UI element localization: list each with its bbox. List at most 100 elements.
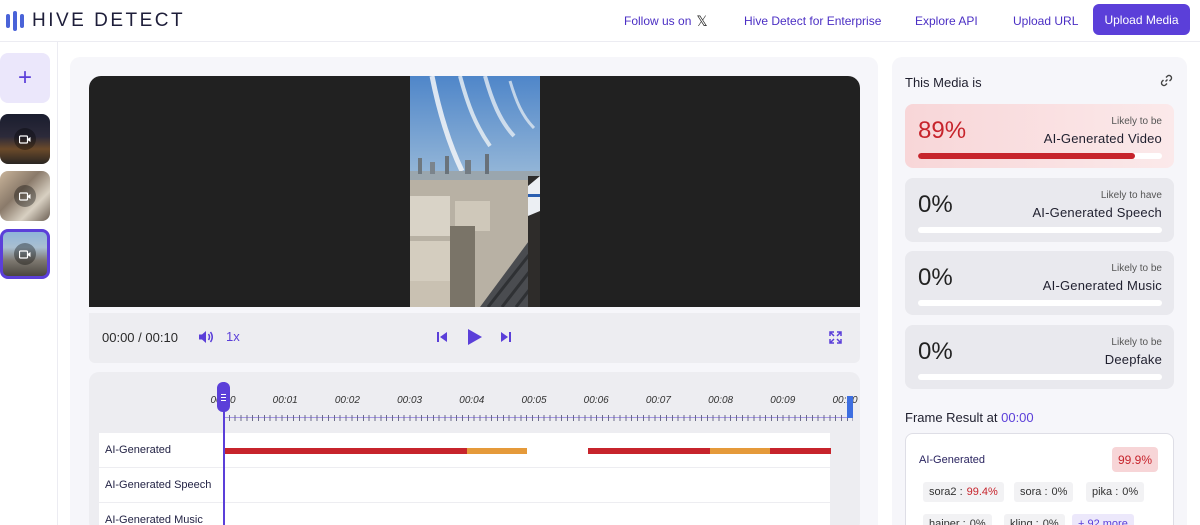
timeline-tick-label: 00:03	[397, 395, 423, 406]
result-progress-bar	[918, 153, 1162, 159]
upload-url-link[interactable]: Upload URL	[1013, 0, 1078, 42]
timeline-segment-high[interactable]	[588, 448, 710, 454]
explore-api-link[interactable]: Explore API	[915, 0, 978, 42]
skip-forward-icon[interactable]	[500, 331, 512, 346]
model-score-chip: kling :0%	[1004, 514, 1065, 525]
frame-class-label: AI-Generated	[919, 454, 986, 466]
video-camera-icon	[14, 243, 36, 265]
player-controls: 00:00 / 00:10 1x	[89, 313, 860, 363]
follow-link[interactable]: Follow us on 𝕏	[624, 0, 708, 42]
result-qualifier: Likely to be	[1111, 116, 1162, 127]
share-link-icon[interactable]	[1160, 74, 1173, 92]
result-card: 0% Likely to be AI-Generated Music	[905, 251, 1174, 315]
video-player[interactable]	[89, 76, 860, 307]
timeline-segment-high[interactable]	[770, 448, 831, 454]
timeline-tick-label: 00:06	[583, 395, 609, 406]
timeline-tick-label: 00:10	[832, 395, 858, 406]
brand-logo[interactable]: HIVE DETECT	[6, 10, 185, 32]
upload-media-label: Upload Media	[1104, 12, 1179, 27]
model-name: sora :	[1020, 486, 1048, 498]
time-readout: 00:00 / 00:10	[102, 330, 178, 345]
video-frame	[410, 76, 540, 307]
timeline-track-label: AI-Generated Speech	[105, 479, 212, 491]
results-panel: This Media is 89% Likely to be AI-Generate…	[892, 57, 1187, 525]
media-thumbnail-1[interactable]	[0, 114, 50, 164]
timeline-segment-medium[interactable]	[466, 448, 528, 454]
video-camera-icon	[14, 128, 36, 150]
plus-icon: +	[17, 64, 32, 91]
timeline-tick-label: 00:09	[770, 395, 796, 406]
current-time: 00:00	[102, 330, 135, 345]
model-name: sora2 :	[929, 486, 963, 498]
x-logo-icon: 𝕏	[696, 12, 708, 29]
timeline-tick-label: 00:02	[334, 395, 360, 406]
total-time: 00:10	[145, 330, 178, 345]
volume-icon[interactable]	[198, 330, 214, 347]
result-progress-bar	[918, 373, 1162, 380]
playback-speed-button[interactable]: 1x	[226, 329, 240, 344]
model-name: haiper :	[929, 518, 966, 525]
timeline-end-marker	[847, 396, 853, 418]
timeline-track-row: AI-Generated	[99, 433, 831, 467]
hive-logo-icon	[6, 11, 24, 31]
result-card: 0% Likely to have AI-Generated Speech	[905, 177, 1174, 242]
media-thumbnail-3-selected[interactable]	[0, 229, 50, 279]
frame-result-time[interactable]: 00:00	[1001, 410, 1034, 425]
ruler-ticks	[223, 415, 853, 421]
video-camera-icon	[14, 185, 36, 207]
detection-timeline: 00:0000:0100:0200:0300:0400:0500:0600:07…	[89, 372, 860, 525]
add-media-button[interactable]: +	[0, 53, 50, 103]
model-score-chip: pika :0%	[1086, 482, 1145, 502]
play-icon[interactable]	[466, 328, 483, 349]
result-qualifier: Likely to be	[1111, 263, 1162, 274]
brand-name: HIVE DETECT	[32, 10, 186, 31]
timeline-segment-medium[interactable]	[709, 448, 771, 454]
upload-media-button[interactable]: Upload Media	[1093, 4, 1190, 35]
result-progress-fill	[918, 153, 1136, 159]
model-score: 0%	[969, 518, 986, 525]
playhead-handle[interactable]	[217, 382, 230, 412]
timeline-tick-label: 00:05	[521, 395, 547, 406]
result-qualifier: Likely to have	[1100, 189, 1162, 201]
model-score-chip: sora :0%	[1014, 482, 1074, 502]
result-percent: 0%	[918, 337, 953, 365]
result-card: 0% Likely to be Deepfake	[905, 324, 1174, 389]
timeline-tick-label: 00:04	[459, 395, 485, 406]
timeline-tick-label: 00:01	[272, 395, 298, 406]
media-thumbnail-2[interactable]	[0, 171, 50, 221]
timeline-tick-label: 00:08	[708, 395, 734, 406]
model-name: pika :	[1092, 486, 1119, 498]
model-score-chip: haiper :0%	[923, 514, 992, 525]
frame-result-title: Frame Result at 00:00	[905, 410, 1034, 425]
results-title: This Media is	[905, 75, 982, 90]
skip-back-icon[interactable]	[436, 331, 448, 346]
timeline-segment-high[interactable]	[224, 448, 467, 454]
result-progress-bar	[918, 300, 1162, 306]
timeline-ruler[interactable]: 00:0000:0100:0200:0300:0400:0500:0600:07…	[210, 395, 858, 421]
result-label: AI-Generated Speech	[1032, 204, 1162, 220]
result-percent: 0%	[918, 190, 953, 218]
model-score: 0%	[1122, 486, 1139, 498]
timeline-track-row: AI-Generated Music	[99, 503, 830, 525]
model-score: 0%	[1042, 518, 1059, 525]
frame-result-box: AI-Generated 99.9% sora2 :99.4% sora :0% p…	[905, 433, 1174, 525]
more-models-button[interactable]: + 92 more	[1072, 514, 1134, 525]
model-name: kling :	[1010, 518, 1039, 525]
timeline-track-label: AI-Generated	[105, 444, 172, 456]
result-percent: 89%	[918, 117, 967, 144]
result-label: AI-Generated Music	[1042, 278, 1162, 293]
model-score: 99.4%	[966, 486, 998, 498]
app-root: HIVE DETECT Follow us on 𝕏 Hive Detect f…	[0, 0, 1200, 525]
enterprise-link[interactable]: Hive Detect for Enterprise	[744, 0, 881, 42]
result-qualifier: Likely to be	[1111, 336, 1162, 348]
top-bar: HIVE DETECT Follow us on 𝕏 Hive Detect f…	[0, 0, 1200, 42]
timeline-tick-label: 00:07	[645, 395, 671, 406]
model-score-chip: sora2 :99.4%	[923, 482, 1004, 502]
fullscreen-icon[interactable]	[829, 331, 842, 347]
frame-result-label: Frame Result at	[905, 410, 998, 425]
model-score: 0%	[1051, 486, 1068, 498]
result-percent: 0%	[918, 264, 953, 291]
time-separator: /	[134, 330, 146, 345]
result-progress-bar	[918, 226, 1162, 233]
frame-score-badge: 99.9%	[1112, 447, 1159, 472]
